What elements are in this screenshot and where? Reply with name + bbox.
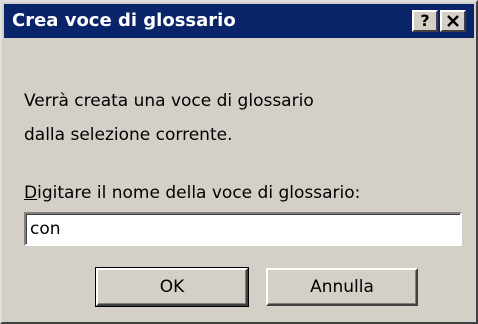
message-line-2: dalla selezione corrente.	[24, 125, 233, 145]
dialog-window: Crea voce di glossario ? Verrà creata un…	[0, 0, 478, 324]
question-mark-icon: ?	[420, 11, 430, 30]
glossary-name-label-text: igitare il nome della voce di glossario:	[37, 183, 361, 203]
message-line-1: Verrà creata una voce di glossario	[24, 91, 314, 111]
access-key: D	[24, 183, 38, 203]
close-button[interactable]	[440, 10, 466, 32]
dialog-title: Crea voce di glossario	[12, 10, 236, 31]
cancel-button[interactable]: Annulla	[266, 268, 418, 306]
glossary-name-label: Digitare il nome della voce di glossario…	[24, 182, 360, 204]
close-icon	[447, 15, 459, 27]
help-button[interactable]: ?	[412, 10, 438, 32]
title-bar[interactable]: Crea voce di glossario ?	[4, 4, 474, 38]
glossary-name-input[interactable]	[24, 212, 462, 246]
ok-button[interactable]: OK	[95, 267, 249, 307]
